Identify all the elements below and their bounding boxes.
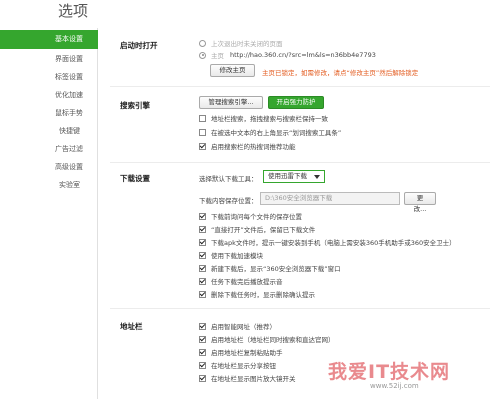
download-path-field[interactable]: D:\360安全浏览器下载 [260,192,400,205]
download-option-1-checkbox[interactable] [199,212,206,220]
address-option-4-checkbox[interactable] [199,361,206,369]
modify-home-button[interactable]: 修改主页 [210,64,255,77]
download-path-label: 下载内容保存位置： [199,195,258,205]
download-option-3-checkbox[interactable] [199,238,206,246]
address-option-1[interactable]: 启用智能网址（推荐） [199,321,276,331]
search-option-2-label: 在被选中文本的右上角显示“划词搜索工具条” [211,129,342,137]
search-option-3-label: 启用搜索栏的热搜词推荐功能 [211,143,296,151]
download-option-4-checkbox[interactable] [199,251,206,259]
download-tool-value: 使用迅雷下载 [268,172,307,180]
search-option-3-checkbox[interactable] [199,142,206,150]
download-option-5-checkbox[interactable] [199,264,206,272]
address-option-4[interactable]: 在地址栏显示分享按钮 [199,360,276,370]
download-path-text: 下载内容保存位置： [199,197,258,205]
home-locked-text: 主页已锁定，如需修改，请点“修改主页”然后解除锁定 [262,69,419,77]
startup-section-label: 启动时打开 [120,41,158,50]
address-option-4-label: 在地址栏显示分享按钮 [211,362,276,370]
sidebar-item-advanced[interactable]: 高级设置 [0,158,98,177]
address-option-5[interactable]: 在地址栏显示图片放大镜开关 [199,373,296,383]
sidebar-item-tabs[interactable]: 标签设置 [0,68,98,87]
sidebar: 基本设置 界面设置 标签设置 优化加速 鼠标手势 快捷键 广告过滤 高级设置 实… [0,28,98,399]
download-option-7[interactable]: 删除下载任务时，显示删除确认提示 [199,289,315,299]
sidebar-item-lab[interactable]: 实验室 [0,176,98,195]
download-option-4-label: 使用下载加速模块 [211,252,263,260]
download-option-2-checkbox[interactable] [199,225,206,233]
sidebar-item-optimize[interactable]: 优化加速 [0,86,98,105]
download-option-2[interactable]: “直接打开”文件后，保留已下载文件 [199,224,315,234]
address-option-3-checkbox[interactable] [199,348,206,356]
divider [110,162,490,163]
startup-home-radio[interactable] [199,51,206,59]
sidebar-item-gestures[interactable]: 鼠标手势 [0,104,98,123]
chevron-down-icon [314,175,320,179]
address-option-1-label: 启用智能网址（推荐） [211,323,276,331]
download-tool-label: 选择默认下载工具： [199,173,258,183]
search-option-3[interactable]: 启用搜索栏的热搜词推荐功能 [199,141,296,151]
startup-last-radio[interactable] [199,39,206,47]
download-option-1[interactable]: 下载前询问每个文件的保存位置 [199,211,302,221]
download-tool-select[interactable]: 使用迅雷下载 [263,170,325,183]
download-option-5[interactable]: 新建下载后，显示“360安全浏览器下载”窗口 [199,263,341,273]
watermark-text: 我爱IT技术网 [328,361,451,383]
address-option-3-label: 启用地址栏复制粘贴助手 [211,349,283,357]
startup-last-label: 上次退出时未关闭的页面 [211,40,283,48]
sidebar-item-interface[interactable]: 界面设置 [0,50,98,69]
startup-option-last[interactable]: 上次退出时未关闭的页面 [199,38,283,48]
download-option-6-label: 任务下载完后播放提示音 [211,278,283,286]
watermark-url: www.52ij.com [370,382,419,390]
address-option-2-checkbox[interactable] [199,335,206,343]
address-option-2[interactable]: 启用地址栏（地址栏同时搜索和直达官网） [199,334,335,344]
search-option-1-label: 地址栏搜索，拖拽搜索与搜索栏保持一致 [211,115,328,123]
divider [110,86,490,87]
sidebar-item-shortcuts[interactable]: 快捷键 [0,122,98,141]
strong-protection-button[interactable]: 开启强力防护 [268,96,324,109]
address-option-5-label: 在地址栏显示图片放大镜开关 [211,375,296,383]
search-option-1-checkbox[interactable] [199,114,206,122]
download-option-6-checkbox[interactable] [199,277,206,285]
search-section-label: 搜索引擎 [120,101,150,110]
download-option-2-label: “直接打开”文件后，保留已下载文件 [211,226,316,234]
download-section-label: 下载设置 [120,174,150,183]
site-watermark: 我爱IT技术网 www.52ij.com [300,355,500,399]
download-option-7-checkbox[interactable] [199,290,206,298]
download-option-7-label: 删除下载任务时，显示删除确认提示 [211,291,315,299]
search-option-2[interactable]: 在被选中文本的右上角显示“划词搜索工具条” [199,127,341,137]
change-path-button[interactable]: 更改... [404,192,436,213]
home-locked-notice: 主页已锁定，如需修改，请点“修改主页”然后解除锁定 [262,67,418,77]
download-tool-text: 选择默认下载工具： [199,175,258,183]
search-option-2-checkbox[interactable] [199,128,206,136]
address-option-5-checkbox[interactable] [199,374,206,382]
startup-home-label: 主页 [211,52,224,60]
download-option-6[interactable]: 任务下载完后播放提示音 [199,276,283,286]
download-option-4[interactable]: 使用下载加速模块 [199,250,263,260]
search-option-1[interactable]: 地址栏搜索，拖拽搜索与搜索栏保持一致 [199,113,328,123]
download-option-3[interactable]: 下载apk文件时，提示一键安装到手机（电脑上需安装360手机助手或360安全卫士… [199,237,456,247]
address-option-3[interactable]: 启用地址栏复制粘贴助手 [199,347,283,357]
download-option-5-label: 新建下载后，显示“360安全浏览器下载”窗口 [211,265,341,273]
startup-option-home[interactable]: 主页 http://hao.360.cn/?src=lm&ls=n36bb4e7… [199,50,376,60]
page-title: 选项 [58,2,89,20]
sidebar-item-basic[interactable]: 基本设置 [0,30,98,49]
addressbar-section-label: 地址栏 [120,322,143,331]
sidebar-item-adblock[interactable]: 广告过滤 [0,140,98,159]
home-url: http://hao.360.cn/?src=lm&ls=n36bb4e7793 [230,51,376,59]
download-option-3-label: 下载apk文件时，提示一键安装到手机（电脑上需安装360手机助手或360安全卫士… [211,239,456,247]
address-option-1-checkbox[interactable] [199,322,206,330]
address-option-2-label: 启用地址栏（地址栏同时搜索和直达官网） [211,336,335,344]
divider [110,308,490,309]
manage-search-engines-button[interactable]: 管理搜索引擎... [199,96,263,109]
download-option-1-label: 下载前询问每个文件的保存位置 [211,213,302,221]
